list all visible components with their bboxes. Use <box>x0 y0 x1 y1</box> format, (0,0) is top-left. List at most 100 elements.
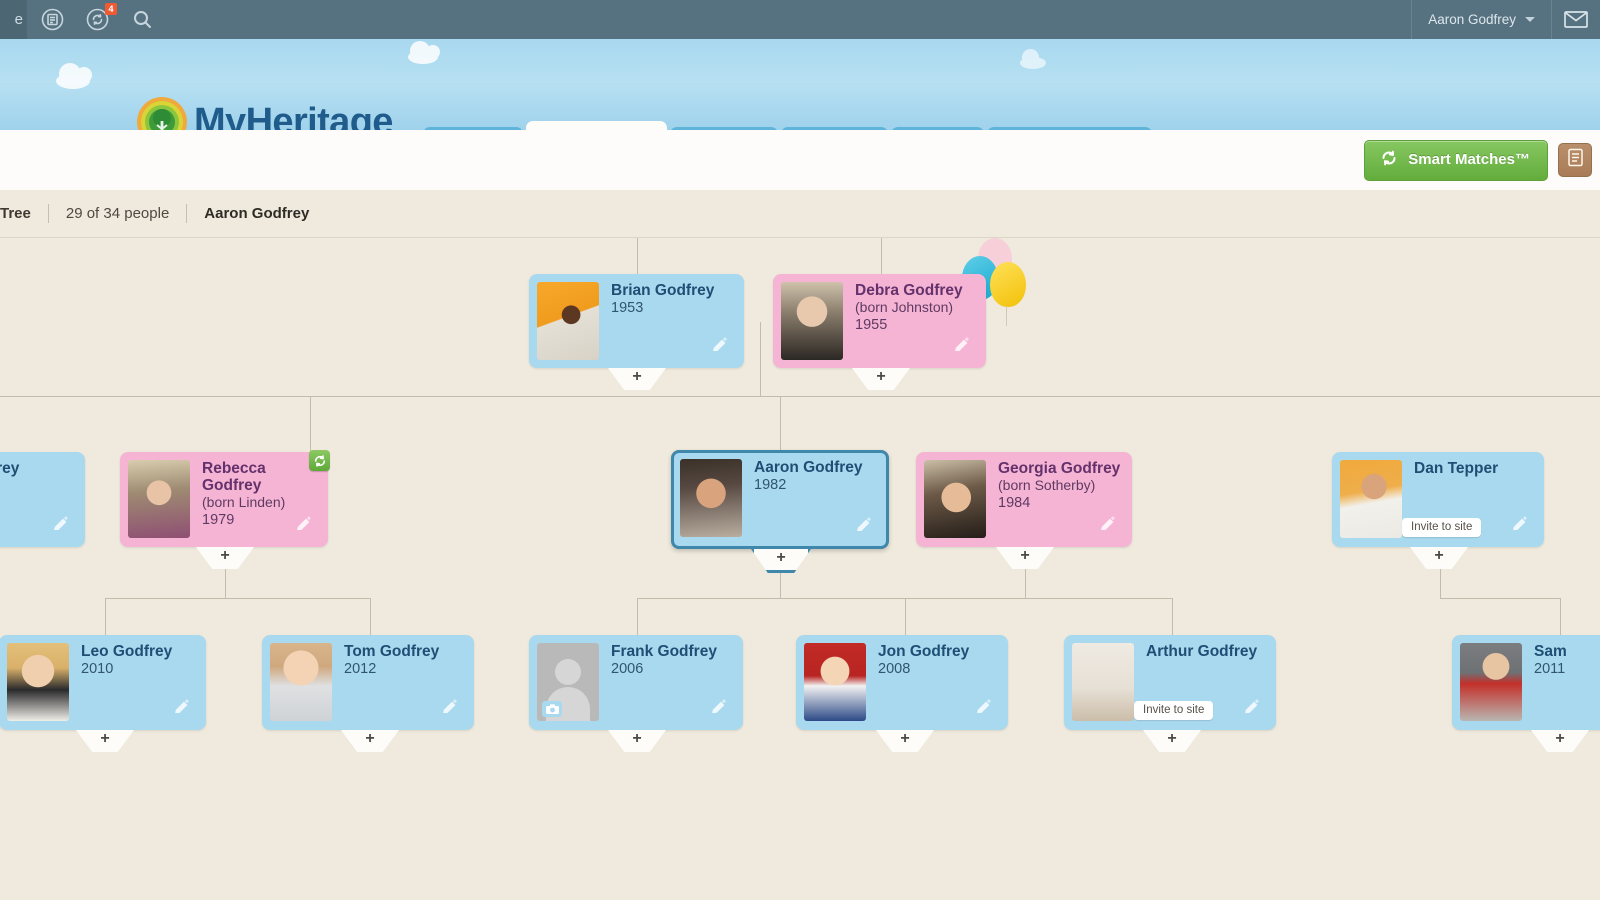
add-relative-button-dan[interactable]: + <box>1410 547 1468 569</box>
invite-to-site-button[interactable]: Invite to site <box>1402 518 1482 537</box>
person-card-georgia[interactable]: Georgia Godfrey (born Sotherby) 1984 <box>916 452 1132 547</box>
pencil-icon[interactable] <box>295 516 312 533</box>
pencil-icon[interactable] <box>52 516 69 533</box>
family-tree-canvas[interactable]: ✦ ✦ ✦ Brian Godfrey 1953 <box>0 238 1600 900</box>
avatar[interactable] <box>1340 460 1402 538</box>
person-name: Arthur Godfrey <box>1146 643 1258 660</box>
pencil-icon[interactable] <box>710 699 727 716</box>
person-name: Leo Godfrey <box>81 643 173 660</box>
person-name: Jon Godfrey <box>878 643 970 660</box>
avatar[interactable] <box>1460 643 1522 721</box>
tab-family-tree[interactable]: Family tree <box>526 121 668 130</box>
person-card-tom[interactable]: Tom Godfrey 2012 <box>262 635 474 730</box>
person-birth-year: 1953 <box>611 300 644 316</box>
smart-match-badge-icon[interactable] <box>309 450 330 471</box>
avatar[interactable] <box>1072 643 1134 721</box>
person-card-debra[interactable]: Debra Godfrey (born Johnston) 1955 <box>773 274 986 368</box>
avatar[interactable] <box>270 643 332 721</box>
person-card-arthur[interactable]: Arthur Godfrey Invite to site <box>1064 635 1276 730</box>
person-name: Godfrey <box>0 460 20 477</box>
plus-icon: + <box>900 730 910 747</box>
avatar[interactable] <box>537 282 599 360</box>
connector-line <box>370 598 371 635</box>
add-relative-button-rebecca[interactable]: + <box>196 547 254 569</box>
person-info: Debra Godfrey (born Johnston) 1955 <box>843 282 978 360</box>
smart-matches-button[interactable]: Smart Matches™ <box>1364 139 1548 181</box>
add-relative-button-arthur[interactable]: + <box>1143 730 1201 752</box>
camera-icon[interactable] <box>542 701 562 717</box>
smart-matches-icon[interactable]: 4 <box>86 3 117 31</box>
person-name: Aaron Godfrey <box>754 459 863 476</box>
connector-line <box>310 396 311 452</box>
connector-line <box>1560 598 1561 635</box>
smart-matches-count-badge: 4 <box>105 3 117 15</box>
avatar[interactable] <box>680 459 742 537</box>
pencil-icon[interactable] <box>711 337 728 354</box>
add-relative-button-frank[interactable]: + <box>608 730 666 752</box>
brand-logo[interactable]: MyHeritage <box>136 96 393 130</box>
add-relative-button-leo[interactable]: + <box>76 730 134 752</box>
invite-to-site-button[interactable]: Invite to site <box>1134 701 1214 720</box>
avatar[interactable] <box>781 282 843 360</box>
admin-topbar: e 4 Aaron Godfrey <box>0 0 1600 39</box>
person-card-rebecca[interactable]: Rebecca Godfrey (born Linden) 1979 <box>120 450 330 547</box>
add-relative-button-georgia[interactable]: + <box>996 547 1054 569</box>
envelope-icon[interactable] <box>1552 0 1600 39</box>
add-relative-button-tom[interactable]: + <box>341 730 399 752</box>
person-card-brian[interactable]: Brian Godfrey 1953 <box>529 274 744 368</box>
search-icon[interactable] <box>131 8 154 31</box>
person-card-frank[interactable]: Frank Godfrey 2006 <box>529 635 743 730</box>
avatar[interactable] <box>128 460 190 538</box>
list-view-icon <box>1567 148 1584 172</box>
tab-photos[interactable]: Photos <box>670 127 779 130</box>
avatar[interactable] <box>924 460 986 538</box>
cloud-decoration-icon <box>408 41 440 64</box>
person-card-sam[interactable]: Sam 2011 <box>1452 635 1600 730</box>
tab-home[interactable]: Home <box>423 127 524 130</box>
list-view-button[interactable] <box>1558 143 1592 177</box>
pencil-icon[interactable] <box>855 517 872 534</box>
pencil-icon[interactable] <box>441 699 458 716</box>
connector-line <box>881 238 882 274</box>
add-relative-button-aaron[interactable]: + <box>751 549 811 573</box>
tab-apps[interactable]: Apps <box>891 127 985 130</box>
pencil-icon[interactable] <box>975 699 992 716</box>
person-card-dan-tepper[interactable]: Dan Tepper Invite to site <box>1332 452 1544 547</box>
person-name: Georgia Godfrey <box>998 460 1121 477</box>
pencil-icon[interactable] <box>1099 516 1116 533</box>
pencil-icon[interactable] <box>953 337 970 354</box>
person-card-partial-left[interactable]: Godfrey site <box>0 452 85 547</box>
person-card-aaron[interactable]: Aaron Godfrey 1982 <box>671 450 889 549</box>
person-name: Dan Tepper <box>1414 460 1499 477</box>
avatar[interactable] <box>7 643 69 721</box>
user-menu[interactable]: Aaron Godfrey <box>1411 0 1552 39</box>
person-info: Georgia Godfrey (born Sotherby) 1984 <box>986 460 1124 539</box>
connector-line <box>1172 598 1173 635</box>
add-relative-button-debra[interactable]: + <box>852 368 910 390</box>
pencil-icon[interactable] <box>1243 699 1260 716</box>
add-relative-button-jon[interactable]: + <box>876 730 934 752</box>
add-relative-button-sam[interactable]: + <box>1531 730 1589 752</box>
person-info: Leo Godfrey 2010 <box>69 643 198 722</box>
plus-icon: + <box>1167 730 1177 747</box>
breadcrumb-item-current-person: Aaron Godfrey <box>204 205 310 222</box>
person-card-jon[interactable]: Jon Godfrey 2008 <box>796 635 1008 730</box>
breadcrumb-item-tree[interactable]: Tree <box>0 205 48 222</box>
plus-icon: + <box>632 368 642 385</box>
connector-line <box>0 396 1600 397</box>
add-relative-button-brian[interactable]: + <box>608 368 666 390</box>
person-card-leo[interactable]: Leo Godfrey 2010 <box>0 635 206 730</box>
tab-research[interactable]: Research New <box>987 127 1152 130</box>
breadcrumb-item-people-count: 29 of 34 people <box>65 205 170 222</box>
avatar[interactable] <box>804 643 866 721</box>
avatar-placeholder[interactable] <box>537 643 599 721</box>
site-icon[interactable] <box>41 8 64 31</box>
pencil-icon[interactable] <box>173 699 190 716</box>
pencil-icon[interactable] <box>1511 516 1528 533</box>
tab-events[interactable]: Events <box>781 127 889 130</box>
person-birth-year: 1984 <box>998 495 1031 511</box>
person-info: Godfrey site <box>0 460 77 539</box>
person-birth-year: 2011 <box>1534 661 1566 677</box>
plus-icon: + <box>100 730 110 747</box>
person-info: Jon Godfrey 2008 <box>866 643 1000 722</box>
